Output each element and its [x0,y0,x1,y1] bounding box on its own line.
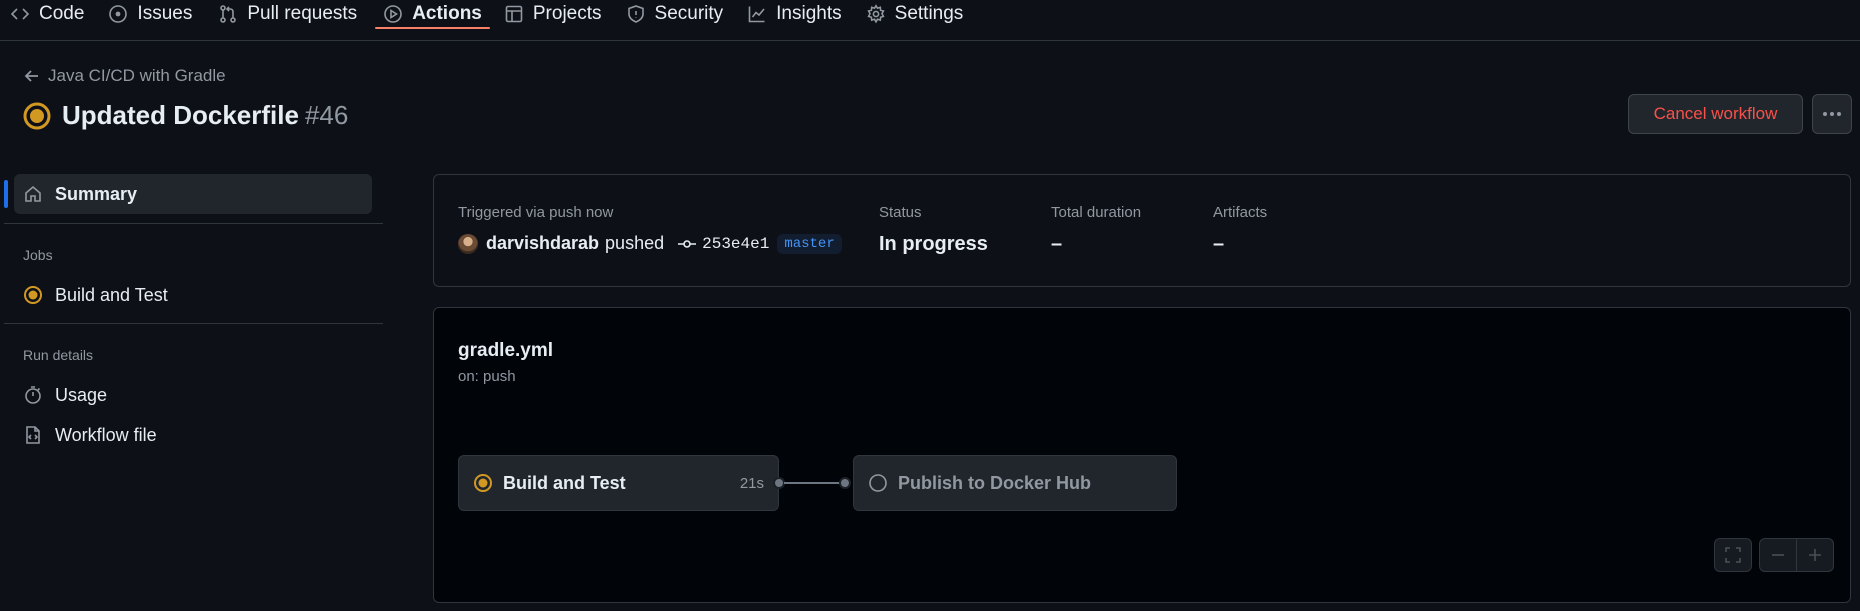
sidebar-item-summary[interactable]: Summary [14,174,372,214]
sidebar-item-usage[interactable]: Usage [14,375,372,415]
graph-icon [748,6,765,23]
home-icon [25,185,41,202]
zoom-out-button[interactable] [1759,538,1797,572]
in-progress-icon [474,474,492,492]
tab-insights[interactable]: Insights [737,0,851,28]
job-node-build-and-test[interactable]: Build and Test 21s [458,455,779,511]
tab-settings-label: Settings [894,3,964,24]
tab-security-label: Security [654,3,724,24]
tab-pull-requests[interactable]: Pull requests [208,0,367,28]
play-icon [384,5,402,23]
issue-icon [109,5,128,23]
in-progress-icon [23,102,51,129]
tab-pull-requests-label: Pull requests [247,3,358,24]
tab-security[interactable]: Security [616,0,734,28]
tab-issues-label: Issues [137,3,193,24]
back-link-label: Java CI/CD with Gradle [48,66,226,85]
tab-code-label: Code [39,3,85,24]
fullscreen-button[interactable] [1714,538,1752,572]
sidebar-item-label: Summary [55,183,138,204]
branch-badge[interactable]: master [777,233,842,254]
arrow-left-icon [24,70,38,82]
duration-label: Total duration [1051,204,1142,221]
job-node-name: Build and Test [503,472,626,493]
job-node-name: Publish to Docker Hub [898,472,1092,493]
trigger-label: Triggered via push now [458,204,614,221]
run-number: #46 [304,100,349,130]
pending-icon [869,474,887,492]
tab-projects[interactable]: Projects [494,0,612,28]
selected-indicator [4,180,8,208]
sidebar-item-label: Workflow file [55,424,157,445]
shield-icon [627,5,644,23]
more-options-button[interactable] [1812,94,1852,134]
status-value: In progress [879,233,988,255]
artifacts-label: Artifacts [1213,204,1268,221]
job-dependency-connector [784,482,844,484]
sidebar-item-build-and-test[interactable]: Build and Test [14,275,372,315]
tab-settings[interactable]: Settings [856,0,974,28]
sidebar-item-label: Build and Test [55,284,168,305]
commit-sha: 253e4e1 [702,234,770,253]
sidebar-item-workflow-file[interactable]: Workflow file [14,415,372,455]
repo-nav: Code Issues Pull requests Actions Projec… [0,0,1860,41]
gear-icon [867,4,885,24]
page-title: Updated Dockerfile #46 [62,100,348,131]
run-title: Updated Dockerfile [62,100,299,130]
commit-link[interactable]: 253e4e1 [678,235,769,253]
kebab-horizontal-icon [1823,112,1841,116]
tab-code[interactable]: Code [0,0,94,28]
duration-value: – [1051,233,1063,255]
table-icon [505,5,523,23]
in-progress-icon [24,286,42,304]
workflow-file-name[interactable]: gradle.yml [458,340,553,362]
tab-issues[interactable]: Issues [98,0,202,28]
plus-icon [1809,549,1821,561]
cancel-workflow-button[interactable]: Cancel workflow [1628,94,1803,134]
run-summary-card: Triggered via push now darvishdarab push… [433,174,1851,287]
code-icon [10,8,30,20]
git-commit-icon [678,239,697,248]
actor-link[interactable]: darvishdarab [486,233,599,254]
tab-insights-label: Insights [776,3,842,24]
pull-request-icon [220,5,237,23]
tab-actions[interactable]: Actions [375,0,490,29]
minus-icon [1772,554,1784,556]
sidebar-divider [4,223,383,224]
run-details-heading: Run details [23,347,94,363]
sidebar-item-label: Usage [55,384,108,405]
back-link[interactable]: Java CI/CD with Gradle [24,66,226,86]
status-label: Status [879,204,922,221]
artifacts-value: – [1213,233,1225,255]
tab-actions-label: Actions [412,3,482,24]
file-code-icon [26,426,40,444]
zoom-in-button[interactable] [1796,538,1834,572]
push-info: darvishdarab pushed 253e4e1 master [458,233,842,254]
workflow-graph: gradle.yml on: push Build and Test 21s P… [433,307,1851,603]
run-title-row: Updated Dockerfile #46 [22,100,348,131]
stopwatch-icon [25,386,41,404]
job-node-duration: 21s [739,474,764,492]
screen-full-icon [1725,547,1741,563]
avatar [458,233,478,254]
tab-projects-label: Projects [532,3,602,24]
jobs-heading: Jobs [23,247,53,263]
sidebar-divider [4,323,383,324]
pushed-text: pushed [605,233,665,253]
job-node-publish-to-docker-hub[interactable]: Publish to Docker Hub [853,455,1177,511]
workflow-trigger: on: push [458,368,516,385]
job-input-port [839,477,851,489]
